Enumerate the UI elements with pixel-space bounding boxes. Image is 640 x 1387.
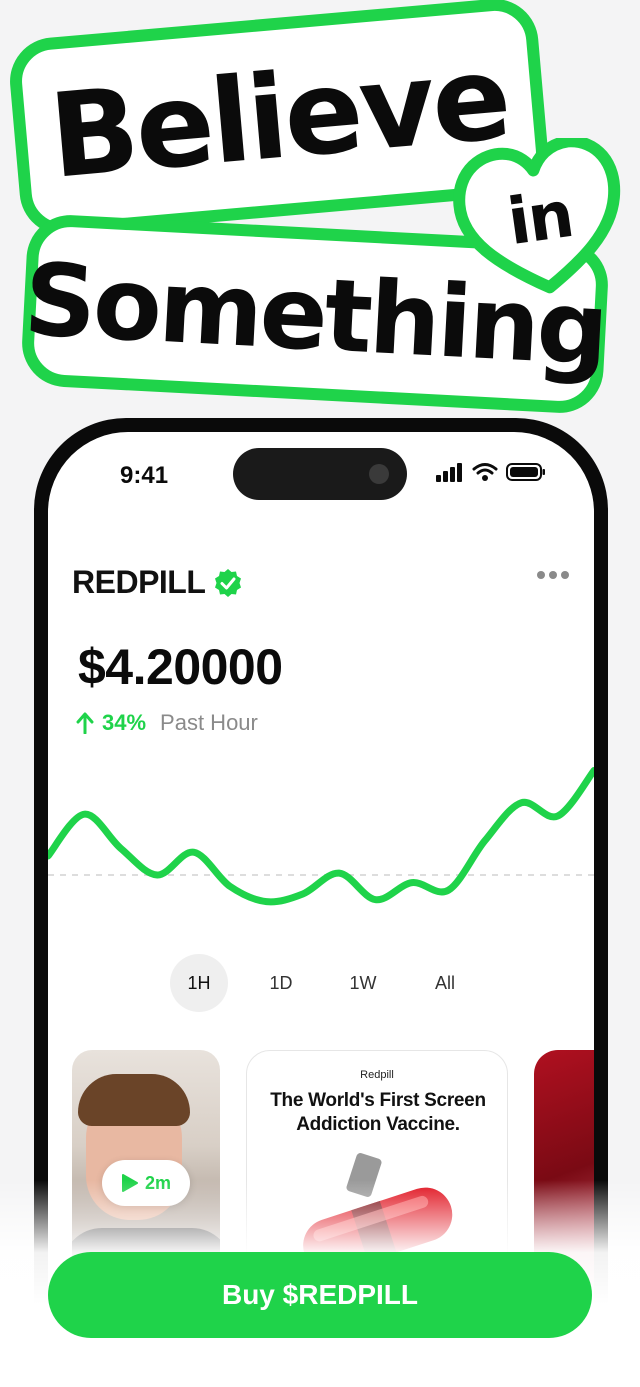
battery-icon	[506, 463, 545, 481]
heart-sticker: in	[452, 138, 628, 298]
status-time: 9:41	[120, 462, 169, 489]
ad-headline: The World's First Screen Addiction Vacci…	[255, 1089, 501, 1137]
video-thumbnail-hair	[78, 1074, 190, 1126]
range-1w[interactable]: 1W	[334, 954, 392, 1012]
ad-headline-line2: Addiction Vaccine.	[296, 1114, 460, 1135]
signal-icon	[436, 463, 462, 482]
buy-button[interactable]: Buy $REDPILL	[48, 1252, 592, 1338]
camera-icon	[369, 464, 389, 484]
ad-brand: Redpill	[360, 1069, 394, 1081]
arrow-up-icon	[76, 712, 94, 734]
verified-badge-icon	[215, 568, 242, 597]
wifi-icon	[472, 463, 498, 481]
status-icons	[436, 462, 546, 482]
ad-headline-line1: The World's First Screen	[270, 1090, 486, 1111]
token-name: REDPILL	[72, 564, 206, 600]
token-price: $4.20000	[78, 639, 283, 695]
headline-line1: Believe	[44, 29, 514, 205]
chart-series-line	[48, 767, 594, 906]
token-header: REDPILL	[72, 564, 243, 601]
price-chart[interactable]	[48, 732, 594, 952]
range-1d[interactable]: 1D	[252, 954, 310, 1012]
range-1h[interactable]: 1H	[170, 954, 228, 1012]
more-options-icon[interactable]	[536, 570, 570, 580]
time-range-selector: 1H 1D 1W All	[170, 954, 474, 1012]
dynamic-island	[233, 448, 407, 500]
range-all[interactable]: All	[416, 954, 474, 1012]
